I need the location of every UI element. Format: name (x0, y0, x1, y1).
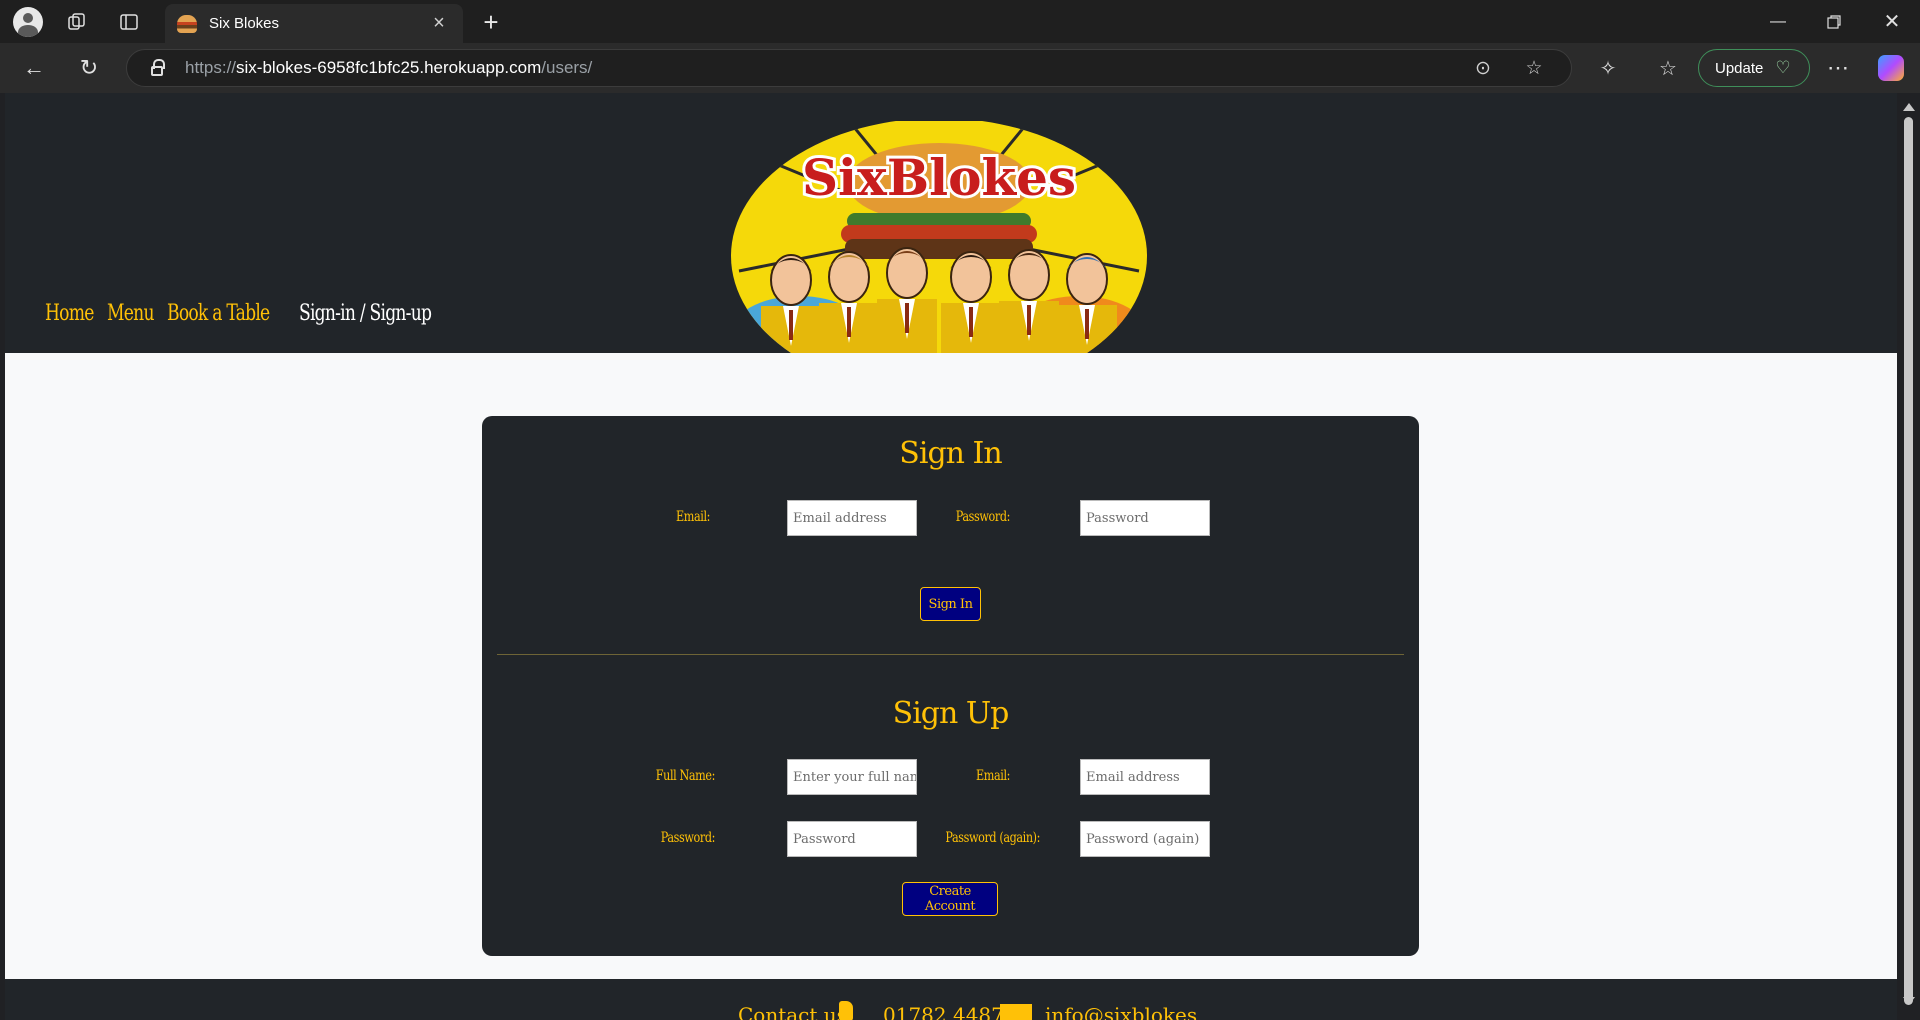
logo-wordmark: SixBlokes (802, 148, 1076, 207)
mail-icon (1000, 1004, 1032, 1020)
form-divider (497, 654, 1404, 655)
signup-password-input[interactable] (787, 821, 917, 857)
health-heart-icon: ♡ (1775, 58, 1791, 77)
url-path: /users/ (541, 58, 593, 77)
favorites-icon[interactable]: ☆ (1650, 53, 1686, 83)
signup-password2-input[interactable] (1080, 821, 1210, 857)
phone-icon (839, 1001, 853, 1020)
site-footer: Contact us 01782 448712 info@sixblokes (5, 979, 1897, 1020)
restore-icon[interactable] (1806, 0, 1862, 43)
copilot-icon[interactable] (1878, 55, 1904, 81)
main-nav: Home Menu Book a Table Sign-in / Sign-up (45, 301, 448, 326)
signin-password-label: Password: (955, 509, 1011, 525)
signup-email-label: Email: (975, 768, 1010, 784)
scroll-down-icon[interactable] (1903, 997, 1915, 1005)
favorite-star-icon[interactable]: ☆ (1517, 50, 1551, 86)
address-bar-row: ← ↻ https://six-blokes-6958fc1bfc25.hero… (0, 43, 1920, 93)
six-blokes-logo[interactable]: SixBlokes (729, 121, 1149, 353)
signup-password-label: Password: (660, 830, 716, 846)
more-menu-icon[interactable]: ⋯ (1820, 53, 1856, 83)
signup-email-input[interactable] (1080, 759, 1210, 795)
signup-password2-label: Password (again): (945, 830, 1040, 846)
signup-fullname-label: Full Name: (655, 768, 716, 784)
close-window-icon[interactable]: ✕ (1864, 0, 1920, 43)
signin-title: Sign In (899, 436, 1002, 471)
signin-button[interactable]: Sign In (920, 587, 981, 621)
footer-contact-label: Contact us (738, 1003, 847, 1020)
browser-tab[interactable]: Six Blokes × (165, 4, 463, 43)
page-viewport: Home Menu Book a Table Sign-in / Sign-up (5, 93, 1897, 1020)
site-header: Home Menu Book a Table Sign-in / Sign-up (5, 93, 1897, 353)
tab-actions-icon[interactable] (110, 8, 148, 36)
page-scrollbar[interactable] (1897, 93, 1920, 1020)
scroll-up-icon[interactable] (1903, 103, 1915, 111)
nav-home-link[interactable]: Home (45, 301, 94, 326)
reader-mode-icon[interactable]: ⊙ (1466, 50, 1500, 86)
url-host: six-blokes-6958fc1bfc25.herokuapp.com (236, 58, 542, 77)
signup-title: Sign Up (892, 696, 1010, 731)
signup-fullname-input[interactable] (787, 759, 917, 795)
signin-password-input[interactable] (1080, 500, 1210, 536)
tab-title: Six Blokes (209, 15, 280, 32)
url-scheme: https:// (185, 58, 237, 77)
minimize-icon[interactable]: — (1750, 0, 1806, 43)
url-text: https://six-blokes-6958fc1bfc25.herokuap… (185, 58, 592, 78)
profile-icon[interactable] (9, 7, 47, 37)
nav-menu-link[interactable]: Menu (107, 301, 154, 326)
reload-icon[interactable]: ↻ (71, 53, 107, 83)
burger-favicon-icon (177, 14, 197, 33)
scroll-thumb[interactable] (1904, 117, 1913, 1005)
workspaces-icon[interactable] (58, 8, 96, 36)
back-icon[interactable]: ← (16, 53, 52, 83)
signin-email-label: Email: (675, 509, 710, 525)
update-button[interactable]: Update ♡ (1698, 49, 1810, 87)
extensions-icon[interactable]: ✧ (1590, 53, 1626, 83)
lock-icon (151, 59, 165, 76)
nav-signin-signup-link[interactable]: Sign-in / Sign-up (299, 301, 432, 326)
update-label: Update (1715, 59, 1764, 77)
signin-email-input[interactable] (787, 500, 917, 536)
footer-email[interactable]: info@sixblokes (1045, 1003, 1197, 1020)
nav-book-table-link[interactable]: Book a Table (167, 301, 270, 326)
auth-panel: Sign In Email: Password: Sign In Sign Up… (482, 416, 1419, 956)
close-tab-icon[interactable]: × (427, 12, 451, 35)
browser-tab-bar: Six Blokes × + — ✕ (0, 0, 1920, 43)
url-field[interactable]: https://six-blokes-6958fc1bfc25.herokuap… (126, 49, 1572, 87)
create-account-button[interactable]: Create Account (902, 882, 998, 916)
new-tab-icon[interactable]: + (472, 7, 510, 37)
